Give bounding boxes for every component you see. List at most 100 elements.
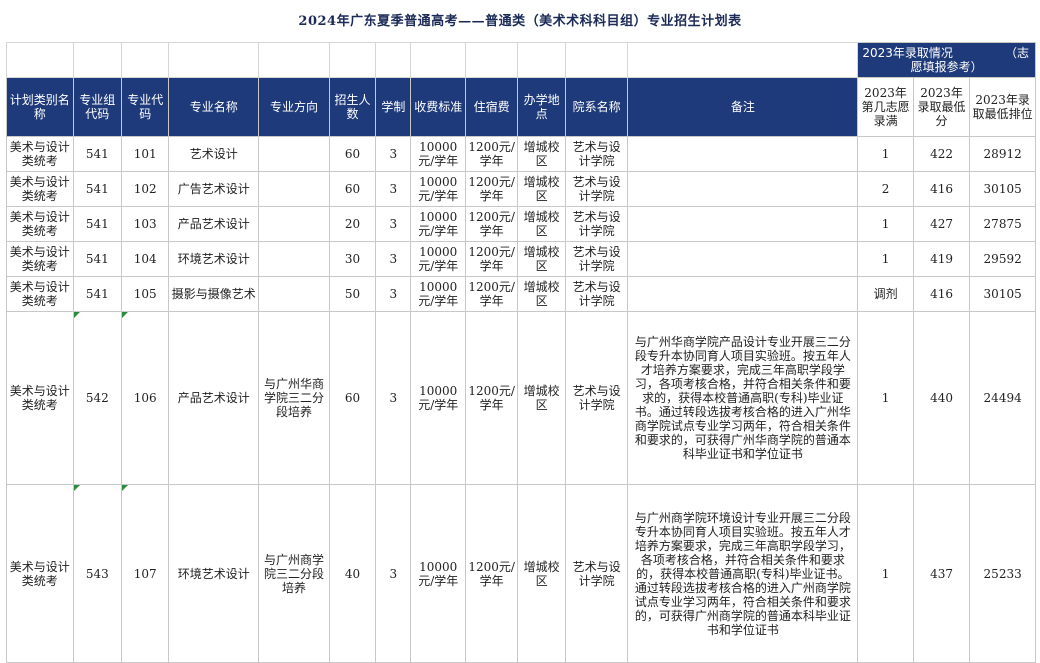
header-note: 备注 [627, 77, 859, 137]
cell-school: 艺术与设计学院 [564, 311, 629, 485]
cell-direction: 与广州华商学院三二分段培养 [258, 311, 330, 485]
cell-category: 美术与设计类统考 [6, 484, 74, 663]
cell-years: 3 [375, 311, 412, 485]
cell-major-code: 105 [120, 276, 170, 312]
cell-dorm: 1200元/学年 [464, 241, 519, 277]
table-row: 美术与设计类统考 541 101 艺术设计 60 3 10000元/学年 1200元/学年 增城… [6, 136, 1036, 172]
cell-note [627, 276, 859, 312]
cell-direction: 与广州商学院三二分段培养 [258, 484, 330, 663]
cell-quota: 40 [328, 484, 377, 663]
blank-cell [72, 42, 123, 78]
cell-dorm: 1200元/学年 [464, 311, 519, 485]
banner-text-2: （志 [1004, 46, 1029, 60]
cell-group-code: 541 [72, 241, 123, 277]
cell-note: 与广州商学院环境设计专业开展三二分段专升本协同育人项目实验班。按五年人才培养方案… [627, 484, 859, 663]
cell-years: 3 [375, 484, 412, 663]
cell-fee: 10000元/学年 [410, 206, 466, 242]
cell-years: 3 [375, 206, 412, 242]
cell-dorm: 1200元/学年 [464, 136, 519, 172]
banner-text-3: 愿填报参考） [910, 60, 983, 74]
cell-dorm: 1200元/学年 [464, 171, 519, 207]
cell-major-code: 102 [120, 171, 170, 207]
cell-major-code: 103 [120, 206, 170, 242]
blank-cell [564, 42, 629, 78]
header-2023-min-rank: 2023年录取最低排位 [969, 77, 1036, 137]
cell-quota: 60 [328, 136, 377, 172]
cell-direction [258, 206, 330, 242]
cell-2023-min-rank: 24494 [969, 311, 1036, 485]
cell-major-name: 广告艺术设计 [168, 171, 260, 207]
blank-cell [375, 42, 412, 78]
cell-school: 艺术与设计学院 [564, 484, 629, 663]
blank-cell [517, 42, 566, 78]
cell-2023-min-score: 416 [912, 171, 971, 207]
blank-cell [258, 42, 330, 78]
cell-2023-choice: 1 [857, 241, 914, 277]
table-row: 美术与设计类统考 541 103 产品艺术设计 20 3 10000元/学年 1200元/学年… [6, 206, 1036, 242]
cell-major-name: 产品艺术设计 [168, 206, 260, 242]
cell-group-code: 541 [72, 276, 123, 312]
cell-direction [258, 171, 330, 207]
cell-note [627, 206, 859, 242]
cell-major-name: 环境艺术设计 [168, 241, 260, 277]
cell-group-code: 541 [72, 206, 123, 242]
cell-2023-min-rank: 29592 [969, 241, 1036, 277]
cell-fee: 10000元/学年 [410, 311, 466, 485]
cell-category: 美术与设计类统考 [6, 171, 74, 207]
cell-note: 与广州华商学院产品设计专业开展三二分段专升本协同育人项目实验班。按五年人才培养方… [627, 311, 859, 485]
cell-note [627, 241, 859, 277]
cell-2023-choice: 1 [857, 484, 914, 663]
cell-years: 3 [375, 171, 412, 207]
cell-group-code: 541 [72, 171, 123, 207]
cell-school: 艺术与设计学院 [564, 171, 629, 207]
cell-major-name: 艺术设计 [168, 136, 260, 172]
header-school: 院系名称 [564, 77, 629, 137]
cell-campus: 增城校区 [517, 171, 566, 207]
blank-cell [464, 42, 519, 78]
cell-dorm: 1200元/学年 [464, 484, 519, 663]
cell-years: 3 [375, 136, 412, 172]
cell-major-code: 107 [120, 484, 170, 663]
header-2023-min-score: 2023年录取最低分 [912, 77, 971, 137]
banner-text-1: 2023年录取情况 [862, 46, 953, 60]
cell-campus: 增城校区 [517, 311, 566, 485]
blank-cell [168, 42, 260, 78]
header-major-code: 专业代码 [120, 77, 170, 137]
header-years: 学制 [375, 77, 412, 137]
cell-2023-choice: 1 [857, 311, 914, 485]
table-row: 美术与设计类统考 541 104 环境艺术设计 30 3 10000元/学年 1200元/学年… [6, 241, 1036, 277]
cell-group-code: 543 [72, 484, 123, 663]
header-category: 计划类别名称 [6, 77, 74, 137]
cell-2023-min-score: 437 [912, 484, 971, 663]
blank-cell [6, 42, 74, 78]
enrollment-plan-table: 2023年录取情况 （志 愿填报参考） 计划类别名称 专业组代码 专业代码 专业名… [6, 42, 1036, 663]
cell-category: 美术与设计类统考 [6, 206, 74, 242]
cell-fee: 10000元/学年 [410, 136, 466, 172]
blank-cell [627, 42, 859, 78]
cell-years: 3 [375, 276, 412, 312]
cell-school: 艺术与设计学院 [564, 136, 629, 172]
cell-quota: 30 [328, 241, 377, 277]
cell-2023-choice: 2 [857, 171, 914, 207]
cell-2023-min-score: 416 [912, 276, 971, 312]
blank-cell [328, 42, 377, 78]
cell-category: 美术与设计类统考 [6, 311, 74, 485]
cell-years: 3 [375, 241, 412, 277]
cell-major-name: 摄影与摄像艺术 [168, 276, 260, 312]
header-row: 计划类别名称 专业组代码 专业代码 专业名称 专业方向 招生人数 学制 收费标准… [6, 77, 1036, 137]
cell-note [627, 136, 859, 172]
cell-major-code: 104 [120, 241, 170, 277]
table-row: 美术与设计类统考 541 102 广告艺术设计 60 3 10000元/学年 1200元/学年… [6, 171, 1036, 207]
header-quota: 招生人数 [328, 77, 377, 137]
blank-cell [120, 42, 170, 78]
cell-2023-choice: 调剂 [857, 276, 914, 312]
cell-2023-min-rank: 28912 [969, 136, 1036, 172]
cell-major-name: 产品艺术设计 [168, 311, 260, 485]
page-title: 2024年广东夏季普通高考——普通类（美术术科科目组）专业招生计划表 [298, 14, 742, 29]
cell-2023-min-score: 419 [912, 241, 971, 277]
cell-school: 艺术与设计学院 [564, 276, 629, 312]
cell-direction [258, 276, 330, 312]
header-campus: 办学地点 [517, 77, 566, 137]
admission-2023-banner: 2023年录取情况 （志 愿填报参考） [857, 42, 1036, 78]
cell-category: 美术与设计类统考 [6, 276, 74, 312]
